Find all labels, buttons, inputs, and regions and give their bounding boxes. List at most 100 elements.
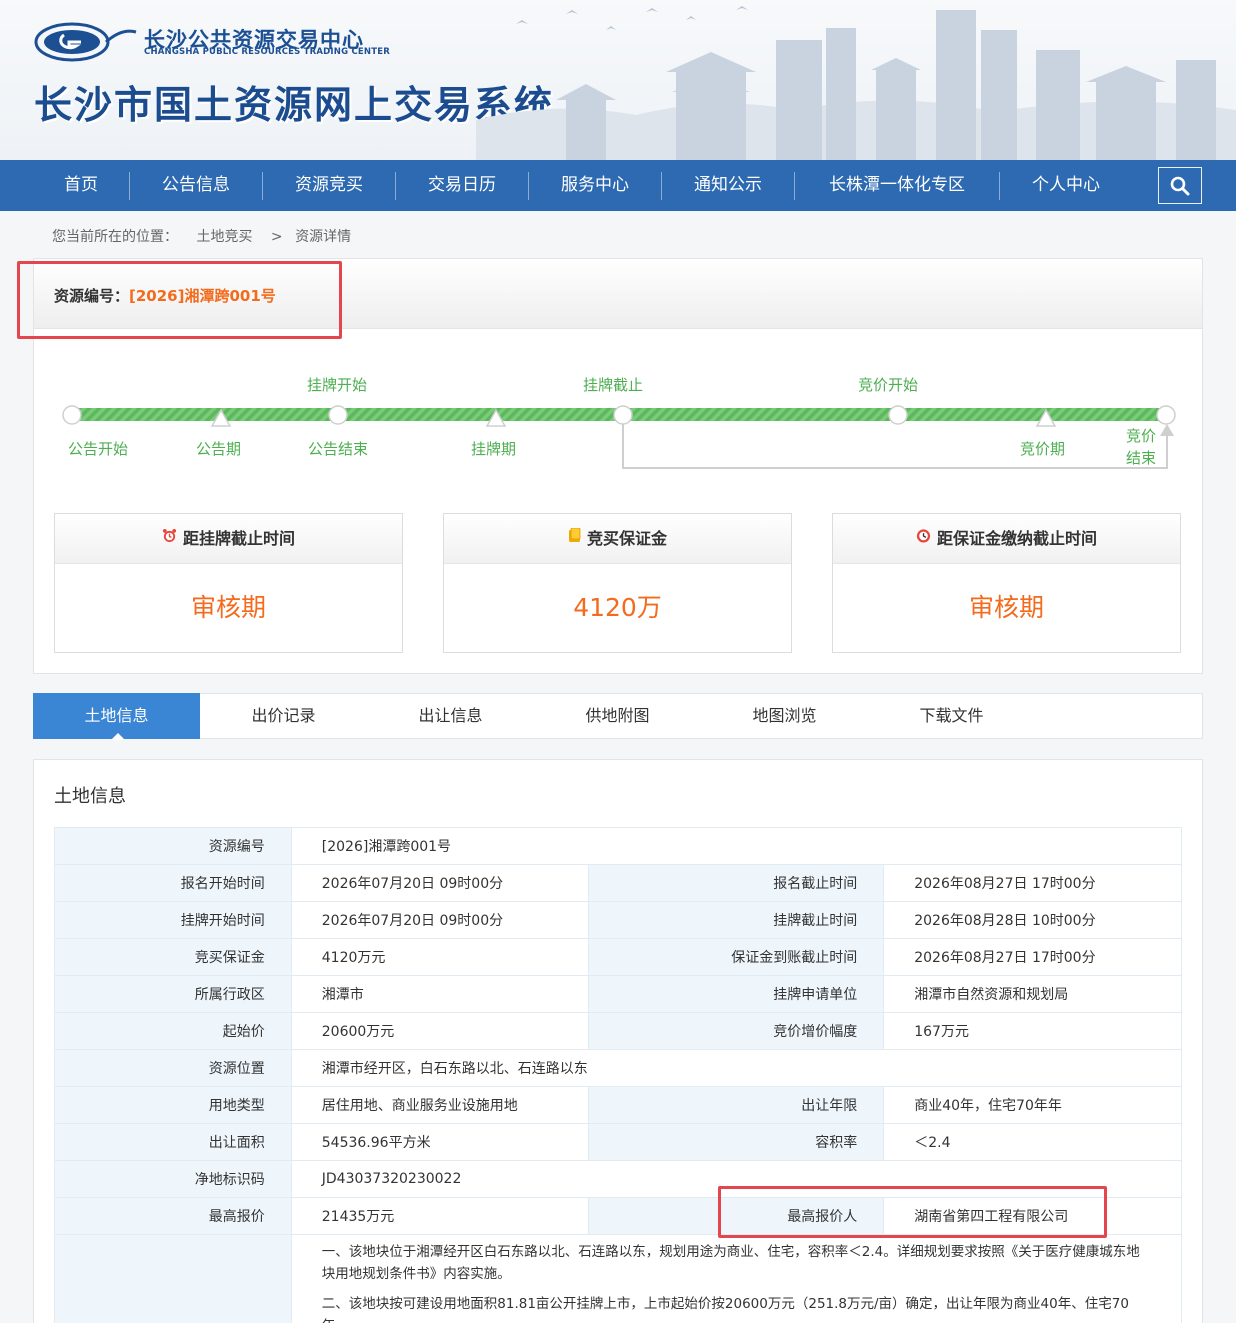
row-value: 2026年08月28日 10时00分 — [883, 901, 1182, 939]
row-value: 21435万元 — [290, 1197, 589, 1235]
row-label: 资源位置 — [54, 1049, 292, 1087]
breadcrumb-link-land-bidding[interactable]: 土地竞买 — [196, 229, 252, 245]
listing-deadline-card: 距挂牌截止时间 审核期 — [54, 513, 403, 653]
tab-map-browse[interactable]: 地图浏览 — [701, 693, 868, 739]
nav-cztl-zone[interactable]: 长株潭一体化专区 — [795, 160, 999, 211]
deposit-deadline-title: 距保证金缴纳截止时间 — [936, 529, 1097, 548]
table-row: 出让面积 54536.96平方米 容积率 ＜2.4 — [54, 1123, 1182, 1161]
row-value: 居住用地、商业服务业设施用地 — [290, 1086, 589, 1124]
alarm-clock-icon — [162, 513, 177, 563]
deposit-deadline-value: 审核期 — [968, 593, 1044, 622]
row-label: 报名开始时间 — [54, 864, 292, 902]
row-value: 54536.96平方米 — [290, 1123, 589, 1161]
row-value: 2026年08月27日 17时00分 — [883, 864, 1182, 902]
land-info-title: 土地信息 — [54, 786, 126, 807]
row-value: 2026年08月27日 17时00分 — [883, 938, 1182, 976]
deposit-deadline-card: 距保证金缴纳截止时间 审核期 — [832, 513, 1181, 653]
logo-icon — [34, 22, 137, 62]
site-header: 长沙公共资源交易中心 CHANGSHA PUBLIC RESOURCES TRA… — [0, 0, 1236, 160]
row-label: 起始价 — [54, 1012, 292, 1050]
table-row: 资源位置 湘潭市经开区，白石东路以北、石连路以东 — [54, 1049, 1183, 1087]
land-description: 一、该地块位于湘潭经开区白石东路以北、石连路以东，规划用途为商业、住宅，容积率＜… — [290, 1234, 1183, 1323]
row-value: 湘潭市经开区，白石东路以北、石连路以东 — [290, 1049, 1183, 1087]
row-value: 20600万元 — [290, 1012, 589, 1050]
deposit-card: 竞买保证金 4120万 — [443, 513, 792, 653]
table-row: 所属行政区 湘潭市 挂牌申请单位 湘潭市自然资源和规划局 — [54, 975, 1182, 1013]
deposit-value: 4120万 — [573, 593, 662, 622]
row-label: 净地标识码 — [54, 1160, 292, 1198]
nav-personal-center[interactable]: 个人中心 — [1000, 160, 1132, 211]
breadcrumb: 您当前所在的位置： 土地竞买 > 资源详情 — [52, 226, 365, 246]
row-value: 2026年07月20日 09时00分 — [290, 901, 589, 939]
listing-deadline-title: 距挂牌截止时间 — [182, 529, 295, 548]
org-name-en: CHANGSHA PUBLIC RESOURCES TRADING CENTER — [144, 47, 390, 57]
tab-land-maps[interactable]: 供地附图 — [534, 693, 701, 739]
table-row: 用地类型 居住用地、商业服务业设施用地 出让年限 商业40年，住宅70年年 — [54, 1086, 1182, 1124]
highlight-box-resource-number — [17, 261, 342, 339]
timeline-label-bid-period: 竞价期 — [1020, 440, 1066, 458]
nav-trade-calendar[interactable]: 交易日历 — [396, 160, 528, 211]
row-value: 湘潭市 — [290, 975, 589, 1013]
alarm-clock-icon — [916, 513, 931, 563]
tab-download-files[interactable]: 下载文件 — [868, 693, 1035, 739]
breadcrumb-separator: > — [270, 229, 283, 245]
table-row: 报名开始时间 2026年07月20日 09时00分 报名截止时间 2026年08… — [54, 864, 1182, 902]
timeline-label-notice-end: 公告结束 — [308, 440, 369, 458]
nav-resource-bidding[interactable]: 资源竞买 — [263, 160, 395, 211]
row-value: [2026]湘潭跨001号 — [290, 827, 1183, 865]
table-row: 起始价 20600万元 竞价增价幅度 167万元 — [54, 1012, 1182, 1050]
row-label: 挂牌申请单位 — [587, 975, 885, 1013]
timeline-label-notice-period: 公告期 — [196, 440, 242, 458]
timeline-label-listing-end: 挂牌截止 — [583, 376, 644, 394]
highlight-box-top-bidder — [718, 1186, 1107, 1238]
deposit-title: 竞买保证金 — [586, 529, 667, 548]
table-row: 竞买保证金 4120万元 保证金到账截止时间 2026年08月27日 17时00… — [54, 938, 1182, 976]
progress-timeline: 挂牌开始 挂牌截止 竞价开始 公告开始 公告期 公告结束 挂牌期 竞价期 竞价 … — [60, 370, 1180, 480]
row-label: 出让面积 — [54, 1123, 292, 1161]
row-label: 容积率 — [587, 1123, 885, 1161]
row-value: 2026年07月20日 09时00分 — [290, 864, 589, 902]
land-info-table: 资源编号 [2026]湘潭跨001号 报名开始时间 2026年07月20日 09… — [54, 827, 1183, 1323]
nav-announcements[interactable]: 公告信息 — [130, 160, 262, 211]
tab-land-info[interactable]: 土地信息 — [33, 693, 200, 740]
row-label: 用地类型 — [54, 1086, 292, 1124]
nav-notices[interactable]: 通知公示 — [662, 160, 794, 211]
row-label: 出让年限 — [587, 1086, 885, 1124]
row-label: 挂牌开始时间 — [54, 901, 292, 939]
listing-deadline-value: 审核期 — [190, 593, 266, 622]
row-label: 竞买保证金 — [54, 938, 292, 976]
row-label: 所属行政区 — [54, 975, 292, 1013]
nav-home[interactable]: 首页 — [36, 160, 126, 211]
tab-bid-records[interactable]: 出价记录 — [200, 693, 367, 739]
timeline-label-listing-period: 挂牌期 — [471, 440, 517, 458]
row-label: 挂牌截止时间 — [587, 901, 885, 939]
detail-tabs: 土地信息 出价记录 出让信息 供地附图 地图浏览 下载文件 — [33, 693, 1203, 740]
main-nav: 首页 公告信息 资源竞买 交易日历 服务中心 通知公示 长株潭一体化专区 个人中… — [0, 160, 1236, 211]
timeline-label-bid-end-2: 结束 — [1126, 449, 1157, 467]
row-label: 资源编号 — [54, 827, 292, 865]
timeline-label-notice-start: 公告开始 — [68, 440, 129, 458]
search-icon — [1170, 176, 1190, 195]
table-row: 挂牌开始时间 2026年07月20日 09时00分 挂牌截止时间 2026年08… — [54, 901, 1182, 939]
search-button[interactable] — [1158, 167, 1202, 204]
table-row: 一、该地块位于湘潭经开区白石东路以北、石连路以东，规划用途为商业、住宅，容积率＜… — [54, 1234, 1183, 1323]
row-value: 167万元 — [883, 1012, 1182, 1050]
description-paragraph: 一、该地块位于湘潭经开区白石东路以北、石连路以东，规划用途为商业、住宅，容积率＜… — [321, 1244, 1140, 1282]
row-value: ＜2.4 — [883, 1123, 1182, 1161]
coin-stack-icon — [568, 513, 581, 563]
row-label: 竞价增价幅度 — [587, 1012, 885, 1050]
row-label: 报名截止时间 — [587, 864, 885, 902]
timeline-label-listing-start: 挂牌开始 — [307, 376, 368, 394]
land-info-panel: 土地信息 资源编号 [2026]湘潭跨001号 报名开始时间 2026年07月2… — [33, 759, 1203, 1323]
row-value: 商业40年，住宅70年年 — [883, 1086, 1182, 1124]
timeline-label-bid-end-1: 竞价 — [1126, 427, 1157, 445]
table-row: 资源编号 [2026]湘潭跨001号 — [54, 827, 1183, 865]
row-value: 湘潭市自然资源和规划局 — [883, 975, 1182, 1013]
timeline-label-bid-start: 竞价开始 — [858, 376, 919, 394]
row-label: 保证金到账截止时间 — [587, 938, 885, 976]
breadcrumb-current: 资源详情 — [295, 229, 352, 245]
city-skyline-image — [476, 6, 1236, 160]
breadcrumb-prefix: 您当前所在的位置： — [52, 229, 178, 245]
nav-service-center[interactable]: 服务中心 — [529, 160, 661, 211]
tab-transfer-info[interactable]: 出让信息 — [367, 693, 534, 739]
